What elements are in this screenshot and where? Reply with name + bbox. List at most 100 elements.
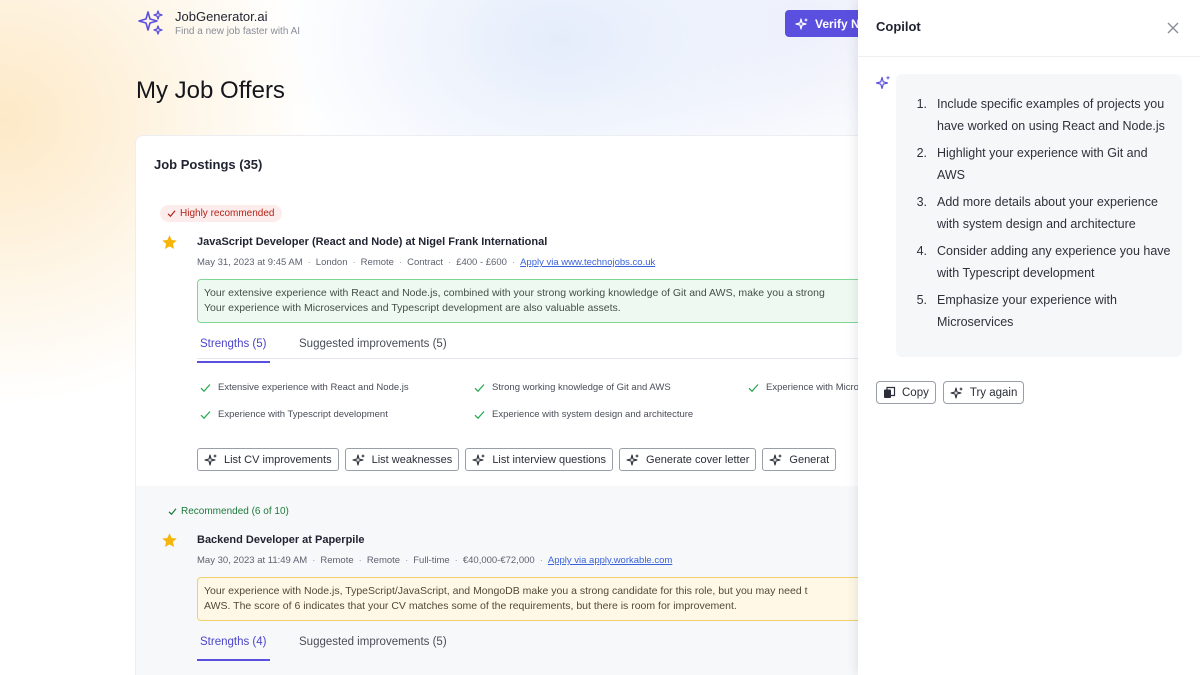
list-weaknesses-button[interactable]: List weaknesses bbox=[344, 448, 460, 471]
sparkles-icon bbox=[950, 386, 963, 399]
strength-item: Experience with Typescript development bbox=[200, 409, 388, 420]
strength-label: Experience with system design and archit… bbox=[492, 409, 694, 420]
strength-item: Extensive experience with React and Node… bbox=[200, 382, 409, 393]
brand-name[interactable]: JobGenerator.ai bbox=[175, 9, 268, 24]
job-contract-type: Contract bbox=[407, 257, 444, 268]
match-summary-line: AWS. The score of 6 indicates that your … bbox=[204, 600, 737, 612]
separator-dot: · bbox=[352, 257, 356, 268]
button-label: List interview questions bbox=[492, 453, 607, 466]
tab-strengths[interactable]: Strengths (4) bbox=[196, 636, 272, 661]
strength-item: Strong working knowledge of Git and AWS bbox=[474, 382, 671, 393]
suggestion-text: Add more details about your experience w… bbox=[937, 195, 1158, 231]
suggestion-number: 1. bbox=[916, 97, 927, 111]
copy-button[interactable]: Copy bbox=[876, 381, 936, 404]
generate-cover-letter-button[interactable]: Generate cover letter bbox=[619, 448, 757, 471]
brand-tagline: Find a new job faster with AI bbox=[175, 26, 301, 37]
job-date: May 30, 2023 at 11:49 AM bbox=[197, 555, 308, 566]
tab-suggested-improvements[interactable]: Suggested improvements (5) bbox=[299, 636, 447, 648]
copilot-panel: Copilot 1. Include specific examples of p… bbox=[858, 0, 1200, 675]
copilot-title: Copilot bbox=[876, 19, 921, 34]
star-icon[interactable] bbox=[161, 532, 178, 549]
separator-dot: · bbox=[511, 257, 516, 268]
app: JobGenerator.ai Find a new job faster wi… bbox=[0, 0, 1200, 675]
apply-link[interactable]: Apply via www.technojobs.co.uk bbox=[520, 257, 655, 268]
sparkles-icon bbox=[472, 453, 486, 466]
strengths-list: Extensive experience with React and Node… bbox=[197, 378, 874, 438]
tab-strengths[interactable]: Strengths (5) bbox=[196, 338, 272, 363]
job-posting: Highly recommended JavaScript Developer … bbox=[136, 196, 874, 486]
posting-tabs: Strengths (4) Suggested improvements (5) bbox=[196, 632, 874, 661]
suggestion-item: 5. Emphasize your experience with Microse… bbox=[906, 290, 1172, 333]
job-posting: Recommended (6 of 10) Backend Developer … bbox=[136, 486, 874, 675]
sparkles-logo-icon[interactable] bbox=[137, 9, 165, 37]
check-icon bbox=[168, 508, 177, 516]
sparkles-icon bbox=[795, 17, 808, 30]
match-summary: Your experience with Node.js, TypeScript… bbox=[197, 577, 874, 621]
separator-dot: · bbox=[448, 257, 452, 268]
job-location: London bbox=[315, 257, 348, 268]
suggestion-text: Emphasize your experience with Microserv… bbox=[937, 293, 1117, 329]
suggestion-text: Highlight your experience with Git and A… bbox=[937, 146, 1148, 182]
sparkles-icon bbox=[769, 453, 783, 466]
recommendation-badge: Highly recommended bbox=[160, 205, 282, 222]
try-again-button-label: Try again bbox=[969, 386, 1018, 399]
check-icon bbox=[474, 410, 485, 419]
generate-button[interactable]: Generat bbox=[762, 448, 837, 471]
strength-label: Experience with Typescript development bbox=[218, 409, 388, 420]
match-summary: Your extensive experience with React and… bbox=[197, 279, 874, 323]
suggestion-item: 2. Highlight your experience with Git and… bbox=[906, 143, 1172, 186]
apply-link[interactable]: Apply via apply.workable.com bbox=[548, 555, 672, 566]
job-location: Remote bbox=[320, 555, 354, 566]
suggestion-number: 4. bbox=[916, 244, 927, 258]
recommendation-badge: Recommended (6 of 10) bbox=[160, 503, 296, 520]
match-summary-line: Your extensive experience with React and… bbox=[204, 287, 825, 299]
try-again-button[interactable]: Try again bbox=[942, 381, 1025, 404]
list-interview-questions-button[interactable]: List interview questions bbox=[465, 448, 614, 471]
button-label: Generat bbox=[789, 453, 830, 466]
suggestion-item: 3. Add more details about your experience… bbox=[906, 192, 1172, 235]
copy-button-label: Copy bbox=[902, 386, 929, 399]
suggestion-item: 1. Include specific examples of projects … bbox=[906, 94, 1172, 137]
suggestion-number: 5. bbox=[916, 293, 927, 307]
job-title[interactable]: Backend Developer at Paperpile bbox=[197, 534, 365, 546]
job-meta: May 31, 2023 at 9:45 AM · London · Remote ·… bbox=[197, 257, 655, 268]
separator-dot: · bbox=[307, 257, 311, 268]
check-icon bbox=[748, 383, 759, 392]
match-summary-line: Your experience with Microservices and T… bbox=[204, 302, 621, 314]
suggestion-text: Include specific examples of projects yo… bbox=[937, 97, 1165, 133]
suggestion-text: Consider adding any experience you have … bbox=[937, 244, 1171, 280]
copilot-message: 1. Include specific examples of projects … bbox=[896, 74, 1182, 357]
strength-label: Extensive experience with React and Node… bbox=[218, 382, 409, 393]
star-icon[interactable] bbox=[161, 234, 178, 251]
ai-actions-toolbar: List CV improvements List weaknesses Lis… bbox=[197, 448, 837, 471]
strength-item: Experience with Micro bbox=[748, 382, 859, 393]
separator-dot: · bbox=[539, 555, 543, 566]
suggestion-number: 3. bbox=[916, 195, 927, 209]
suggestion-number: 2. bbox=[916, 146, 927, 160]
sparkles-icon bbox=[876, 75, 891, 90]
verify-button-label: Verify N bbox=[815, 16, 860, 31]
button-label: List CV improvements bbox=[224, 453, 332, 466]
list-cv-improvements-button[interactable]: List CV improvements bbox=[197, 448, 339, 471]
job-meta: May 30, 2023 at 11:49 AM · Remote · Remote… bbox=[197, 555, 672, 566]
job-title[interactable]: JavaScript Developer (React and Node) at… bbox=[197, 236, 547, 248]
suggestions-list: 1. Include specific examples of projects … bbox=[906, 94, 1172, 333]
job-date: May 31, 2023 at 9:45 AM bbox=[197, 257, 303, 268]
job-postings-card: Job Postings (35) Highly recommended Jav… bbox=[135, 135, 875, 675]
separator-dot: · bbox=[405, 555, 409, 566]
button-label: List weaknesses bbox=[371, 453, 453, 466]
copilot-actions: Copy Try again bbox=[876, 381, 1025, 404]
separator-dot: · bbox=[312, 555, 316, 566]
recommendation-badge-label: Recommended (6 of 10) bbox=[181, 506, 289, 517]
job-salary: £400 - £600 bbox=[456, 257, 507, 268]
close-icon[interactable] bbox=[1165, 20, 1181, 36]
job-contract-type: Full-time bbox=[413, 555, 450, 566]
suggestion-item: 4. Consider adding any experience you hav… bbox=[906, 241, 1172, 284]
strength-label: Strong working knowledge of Git and AWS bbox=[492, 382, 671, 393]
copy-icon bbox=[884, 386, 896, 398]
tab-suggested-improvements[interactable]: Suggested improvements (5) bbox=[299, 338, 447, 350]
check-icon bbox=[200, 410, 211, 419]
sparkles-icon bbox=[352, 453, 365, 466]
sparkles-icon bbox=[204, 453, 217, 466]
separator-dot: · bbox=[454, 555, 458, 566]
